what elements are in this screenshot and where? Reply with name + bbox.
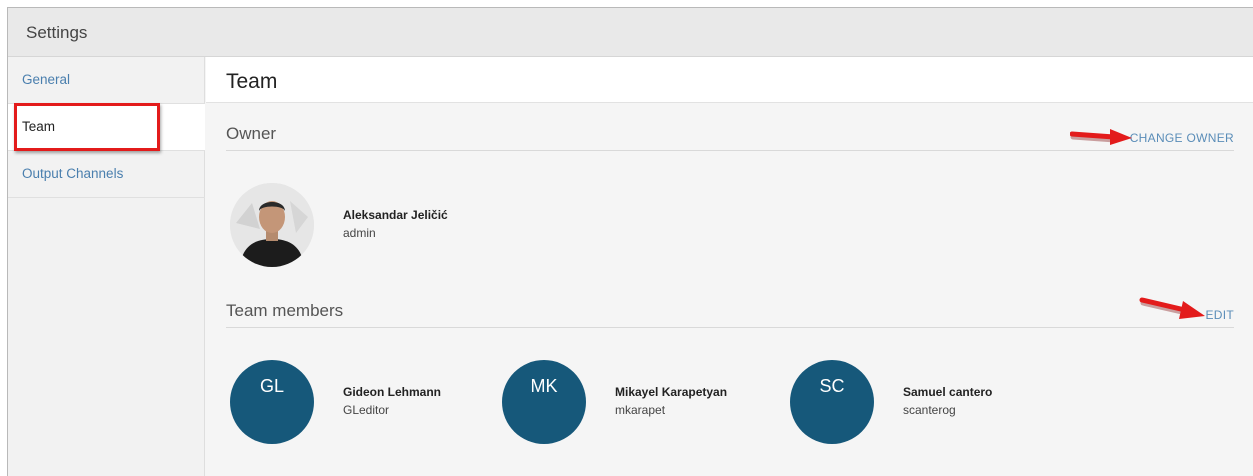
member-username: GLeditor <box>343 403 390 417</box>
owner-section-header: Owner CHANGE OWNER <box>226 121 1234 151</box>
members-section-title: Team members <box>226 301 344 320</box>
settings-window: Settings General Team Output Channels Te… <box>7 7 1253 476</box>
members-section-header: Team members EDIT <box>226 298 1234 328</box>
member-username: scanterog <box>903 403 956 417</box>
owner-username: admin <box>343 226 376 240</box>
page-header: Team <box>206 57 1253 103</box>
avatar: SC <box>790 360 874 444</box>
change-owner-button[interactable]: CHANGE OWNER <box>1130 131 1234 145</box>
member-username: mkarapet <box>615 403 666 417</box>
owner-name: Aleksandar Jeličić <box>343 208 448 222</box>
window-title: Settings <box>26 23 88 42</box>
member-name: Gideon Lehmann <box>343 385 442 399</box>
member-name: Samuel cantero <box>903 385 993 399</box>
sidebar-item-label: Output Channels <box>22 166 124 181</box>
member-name: Mikayel Karapetyan <box>615 385 728 399</box>
person-photo-icon <box>230 183 314 267</box>
main-content: Team Owner CHANGE OWNER Aleksandar Jelič… <box>206 57 1253 476</box>
sidebar-item-general[interactable]: General <box>8 57 205 104</box>
title-bar: Settings <box>8 8 1253 57</box>
sidebar-item-team[interactable]: Team <box>8 104 205 151</box>
avatar: MK <box>502 360 586 444</box>
avatar-initials: GL <box>259 376 284 396</box>
page-title: Team <box>226 70 278 93</box>
avatar-initials: SC <box>819 376 845 396</box>
owner-avatar <box>230 183 314 267</box>
sidebar: General Team Output Channels <box>8 57 205 476</box>
avatar: GL <box>230 360 314 444</box>
avatar-initials: MK <box>530 376 558 396</box>
edit-members-button[interactable]: EDIT <box>1205 308 1234 322</box>
owner-section-title: Owner <box>226 124 277 143</box>
sidebar-item-output-channels[interactable]: Output Channels <box>8 151 205 198</box>
sidebar-item-label: Team <box>22 119 56 134</box>
sidebar-item-label: General <box>22 72 71 87</box>
